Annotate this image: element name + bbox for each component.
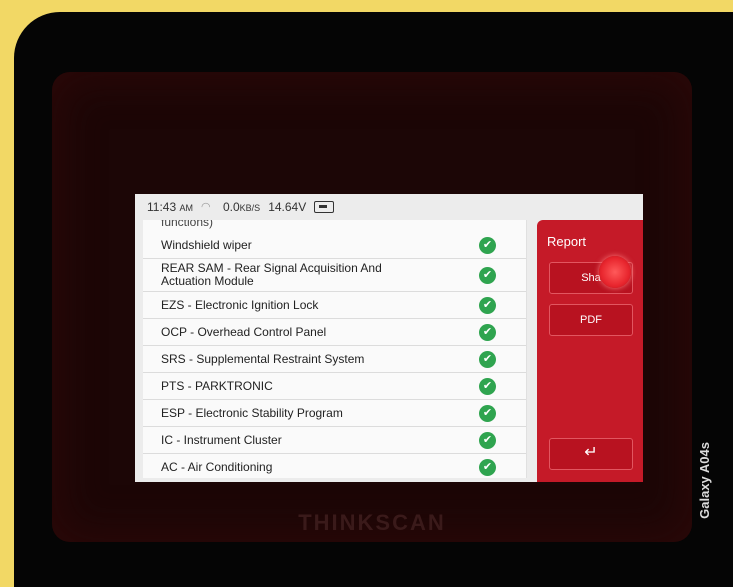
- report-sidebar: Report Sha PDF ↵: [537, 220, 643, 482]
- check-icon: ✔: [479, 266, 496, 284]
- list-item[interactable]: AC - Air Conditioning ✔: [143, 454, 526, 478]
- check-icon: ✔: [479, 236, 496, 254]
- return-arrow-icon: ↵: [584, 444, 598, 461]
- check-icon: ✔: [479, 350, 496, 368]
- list-item[interactable]: ESP - Electronic Stability Program ✔: [143, 400, 526, 427]
- voltage-readout: 14.64V: [268, 200, 307, 214]
- check-icon: ✔: [479, 431, 496, 449]
- list-item[interactable]: SRS - Supplemental Restraint System ✔: [143, 346, 526, 373]
- list-item[interactable]: Windshield wiper ✔: [143, 232, 526, 259]
- wifi-icon: ◠: [200, 201, 211, 213]
- check-icon: ✔: [479, 377, 496, 395]
- touch-indicator: [599, 256, 631, 288]
- check-icon: ✔: [479, 323, 496, 341]
- status-bar: 11:43 AM ◠ 0.0KB/S 14.64V: [135, 194, 643, 220]
- network-speed: 0.0KB/S: [222, 199, 261, 214]
- sidebar-title: Report: [547, 234, 587, 249]
- system-list[interactable]: functions) Windshield wiper ✔ REAR SAM -…: [143, 220, 527, 478]
- list-item[interactable]: PTS - PARKTRONIC ✔: [143, 373, 526, 400]
- check-icon: ✔: [479, 458, 496, 476]
- device-brand: THINKSCAN: [298, 510, 446, 535]
- list-item-partial: functions): [161, 220, 214, 229]
- list-item[interactable]: EZS - Electronic Ignition Lock ✔: [143, 292, 526, 319]
- photo-frame: THINKSCAN 11:43 AM ◠ 0.0KB/S 14.64V func…: [14, 12, 733, 587]
- battery-icon: [314, 201, 335, 213]
- device-screen: 11:43 AM ◠ 0.0KB/S 14.64V functions) Win…: [135, 194, 643, 482]
- check-icon: ✔: [479, 296, 496, 314]
- pdf-button[interactable]: PDF: [549, 304, 633, 336]
- list-item[interactable]: REAR SAM - Rear Signal Acquisition And A…: [143, 259, 526, 292]
- back-button[interactable]: ↵: [549, 438, 633, 470]
- check-icon: ✔: [479, 404, 496, 422]
- list-item[interactable]: IC - Instrument Cluster ✔: [143, 427, 526, 454]
- list-item[interactable]: OCP - Overhead Control Panel ✔: [143, 319, 526, 346]
- status-time: 11:43 AM: [147, 199, 193, 214]
- camera-watermark: Galaxy A04s: [697, 442, 712, 519]
